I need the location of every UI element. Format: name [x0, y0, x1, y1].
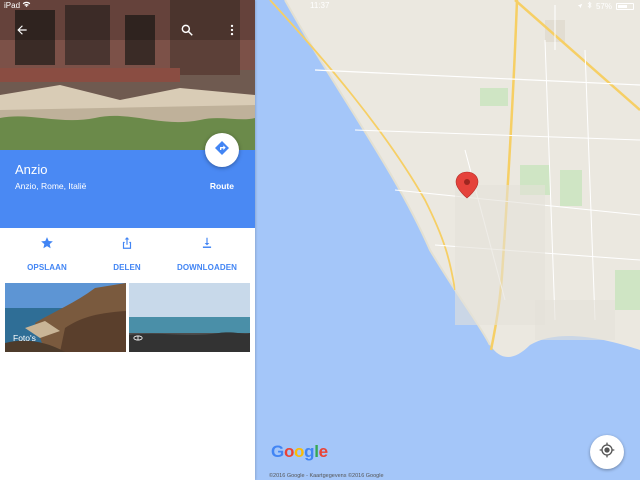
panorama-360-icon: [133, 334, 143, 344]
download-button[interactable]: DOWNLOADEN: [166, 236, 248, 272]
download-label: DOWNLOADEN: [176, 263, 238, 272]
battery-icon: [616, 2, 634, 10]
map-view[interactable]: Google ©2016 Google - Kaartgegevens ©201…: [255, 0, 640, 480]
my-location-icon: [599, 442, 615, 463]
save-button[interactable]: OPSLAAN: [6, 236, 88, 272]
save-label: OPSLAAN: [27, 263, 67, 272]
google-logo: Google: [271, 442, 328, 462]
place-hero-image[interactable]: [0, 0, 255, 150]
photos-thumbnail[interactable]: Foto's: [5, 283, 126, 352]
google-logo-letter: o: [283, 442, 295, 461]
carrier-label: iPad: [4, 1, 31, 10]
star-icon: [40, 236, 54, 255]
status-time: 11:37: [310, 1, 330, 10]
google-logo-letter: G: [271, 442, 284, 461]
directions-icon: [214, 140, 230, 161]
my-location-button[interactable]: [590, 435, 624, 469]
search-button[interactable]: [177, 22, 197, 42]
map-attribution: ©2016 Google - Kaartgegevens ©2016 Googl…: [269, 473, 384, 479]
panorama-thumbnail[interactable]: [129, 283, 250, 352]
back-button[interactable]: [12, 22, 32, 42]
place-panel: Anzio Anzio, Rome, Italië Route OPSLAAN …: [0, 0, 255, 480]
battery-percent: 57%: [595, 1, 612, 11]
status-right: 57%: [577, 1, 634, 11]
search-icon: [180, 23, 194, 42]
google-logo-letter: g: [304, 442, 315, 461]
place-title: Anzio: [15, 162, 48, 177]
download-icon: [200, 236, 214, 255]
photos-label: Foto's: [13, 333, 36, 343]
place-actions: OPSLAAN DELEN DOWNLOADEN: [0, 228, 255, 278]
bluetooth-icon: [587, 1, 592, 11]
status-bar: iPad 11:37 57%: [0, 0, 640, 12]
place-address: Anzio, Rome, Italië: [15, 181, 87, 191]
route-link[interactable]: Route: [210, 181, 234, 191]
map-canvas[interactable]: [255, 0, 640, 480]
share-icon: [120, 236, 134, 255]
wifi-icon: [22, 1, 31, 10]
more-options-button[interactable]: [222, 22, 242, 42]
back-arrow-icon: [15, 23, 29, 42]
share-button[interactable]: DELEN: [86, 236, 168, 272]
google-logo-letter: e: [318, 442, 328, 461]
google-logo-letter: o: [294, 442, 305, 461]
directions-button[interactable]: [205, 133, 239, 167]
share-label: DELEN: [113, 263, 141, 272]
more-vert-icon: [225, 23, 239, 42]
location-arrow-icon: [577, 2, 583, 11]
